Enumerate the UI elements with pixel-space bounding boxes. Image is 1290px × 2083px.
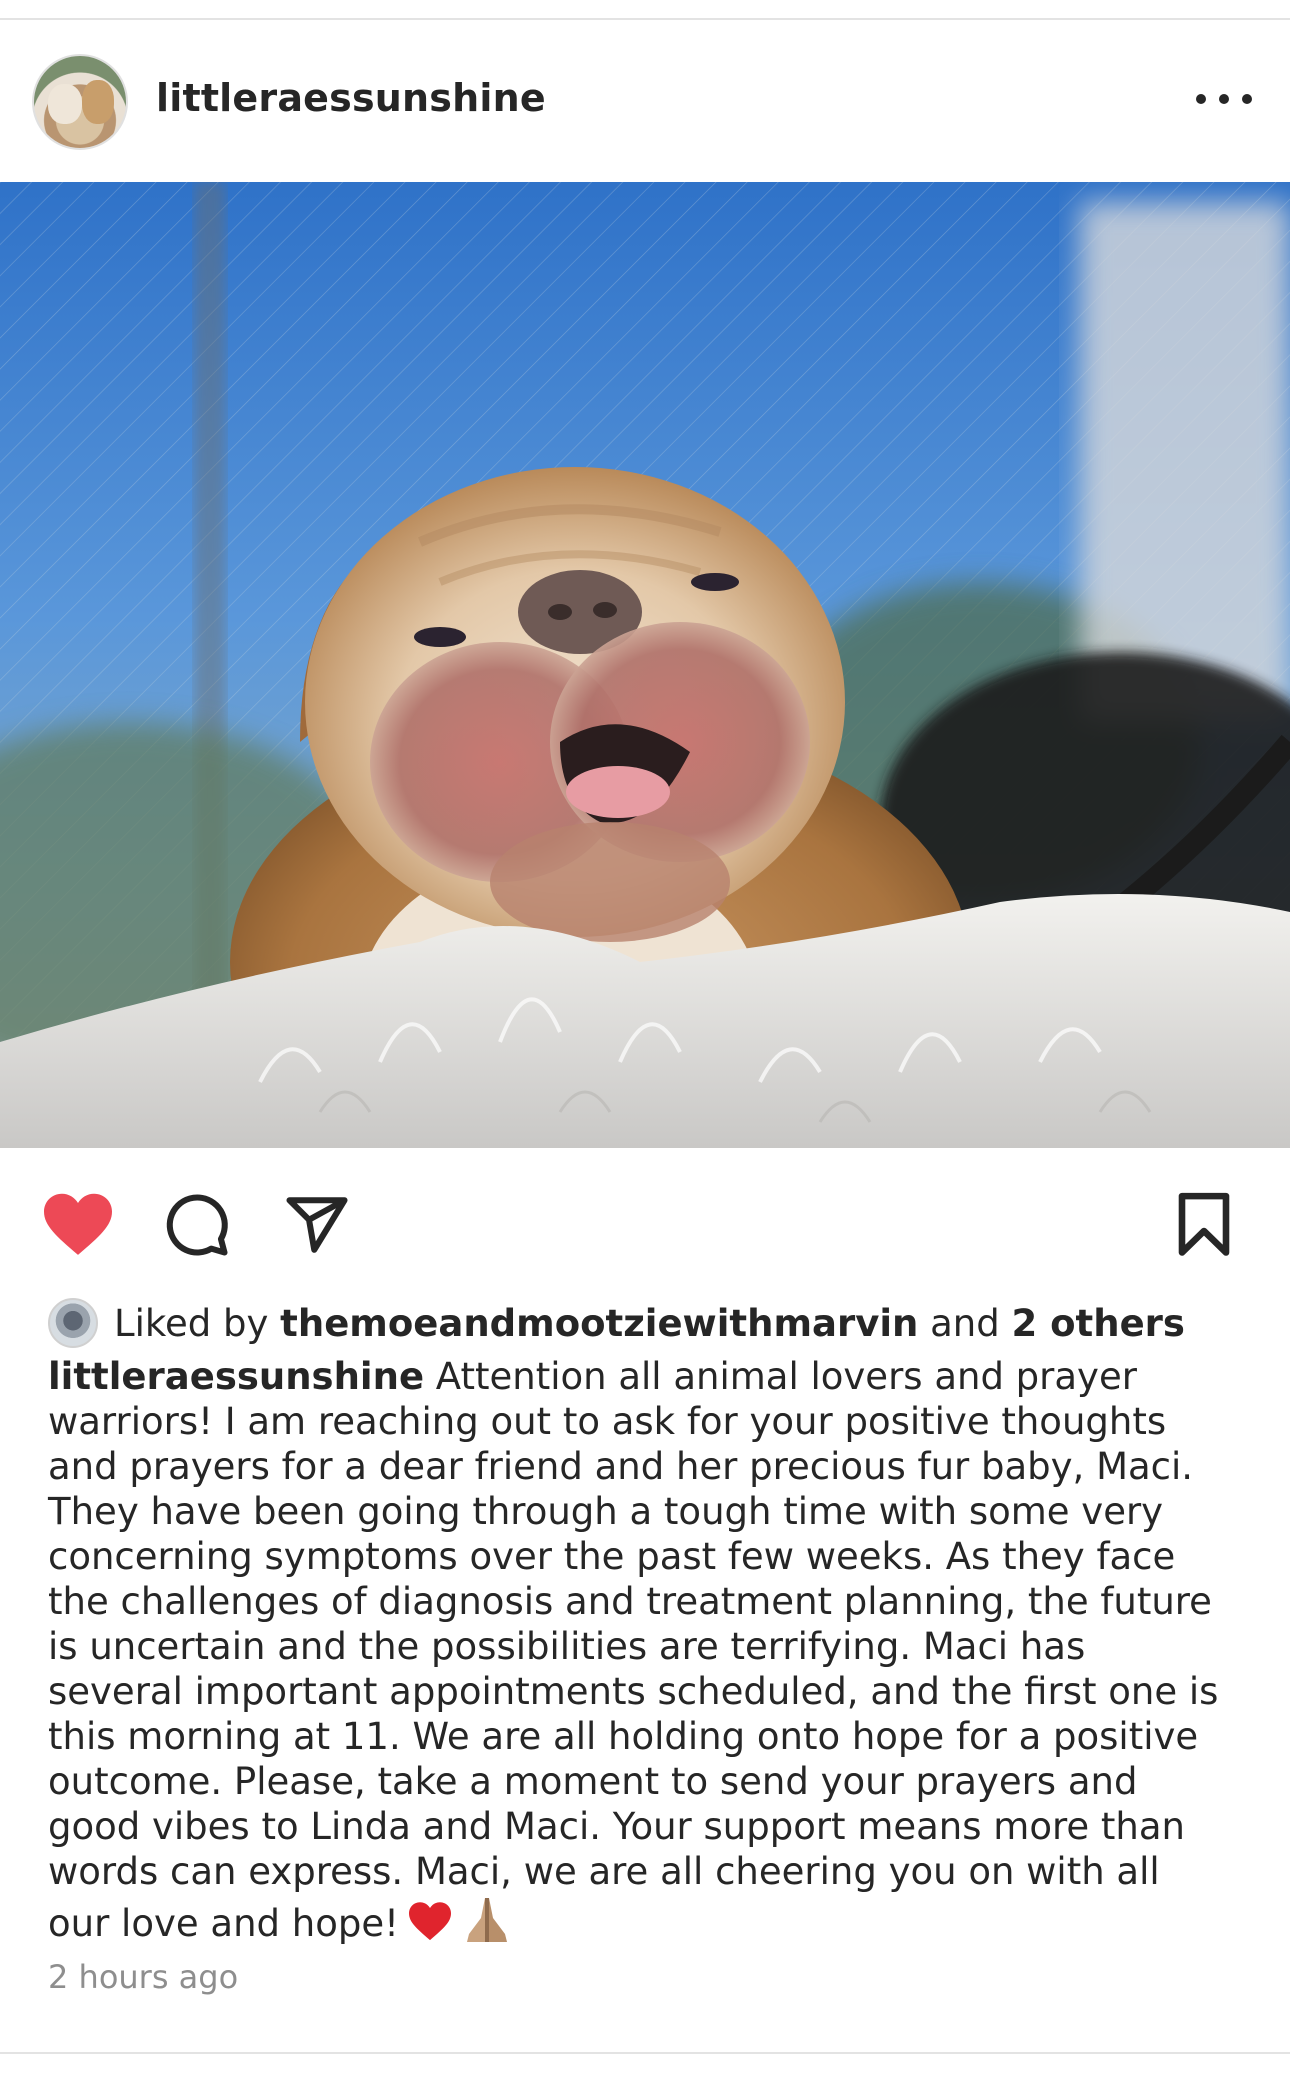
- more-options-icon[interactable]: [1196, 94, 1252, 110]
- red-heart-emoji-icon: [408, 1902, 451, 1941]
- liked-by-label: Liked by: [114, 1301, 269, 1345]
- liker-username[interactable]: themoeandmootziewithmarvin: [280, 1302, 918, 1345]
- more-dot: [1219, 94, 1229, 104]
- post-username[interactable]: littleraessunshine: [156, 76, 546, 120]
- caption-line: warriors! I am reaching out to ask for y…: [48, 1400, 1167, 1443]
- likes-others-link[interactable]: 2 others: [1012, 1302, 1185, 1345]
- comment-icon[interactable]: [164, 1192, 230, 1258]
- caption-line: the challenges of diagnosis and treatmen…: [48, 1580, 1212, 1623]
- likes-connector: and: [930, 1301, 1000, 1345]
- more-dot: [1242, 94, 1252, 104]
- avatar-dog-right: [82, 80, 114, 124]
- post-caption: littleraessunshine Attention all animal …: [48, 1354, 1248, 1946]
- caption-line: They have been going through a tough tim…: [48, 1490, 1164, 1533]
- post-header: littleraessunshine: [0, 20, 1290, 180]
- post-timestamp: 2 hours ago: [48, 1958, 239, 1996]
- caption-line-last: our love and hope!: [48, 1894, 1248, 1946]
- heart-filled-icon[interactable]: [40, 1190, 116, 1258]
- bookmark-icon[interactable]: [1176, 1192, 1232, 1258]
- caption-line: words can express. Maci, we are all chee…: [48, 1850, 1160, 1893]
- caption-username[interactable]: littleraessunshine: [48, 1355, 424, 1398]
- likes-summary: Liked by themoeandmootziewithmarvin and …: [48, 1298, 1185, 1348]
- caption-line: good vibes to Linda and Maci. Your suppo…: [48, 1805, 1185, 1848]
- profile-avatar[interactable]: [32, 54, 128, 150]
- caption-line: several important appointments scheduled…: [48, 1670, 1219, 1713]
- caption-line: concerning symptoms over the past few we…: [48, 1535, 1176, 1578]
- post-actions: [0, 1180, 1290, 1270]
- caption-line: and prayers for a dear friend and her pr…: [48, 1445, 1194, 1488]
- caption-line: is uncertain and the possibilities are t…: [48, 1625, 1086, 1668]
- liker-avatar[interactable]: [48, 1298, 98, 1348]
- bottom-divider: [0, 2052, 1290, 2054]
- avatar-dog-left: [48, 84, 82, 124]
- folded-hands-emoji-icon: [466, 1898, 507, 1942]
- post-photo[interactable]: [0, 182, 1290, 1148]
- more-dot: [1196, 94, 1206, 104]
- caption-text: our love and hope!: [48, 1902, 399, 1945]
- caption-line: this morning at 11. We are all holding o…: [48, 1715, 1199, 1758]
- send-icon[interactable]: [284, 1192, 350, 1258]
- caption-text: Attention all animal lovers and prayer: [424, 1355, 1137, 1398]
- caption-line: littleraessunshine Attention all animal …: [48, 1354, 1248, 1399]
- caption-line: outcome. Please, take a moment to send y…: [48, 1760, 1138, 1803]
